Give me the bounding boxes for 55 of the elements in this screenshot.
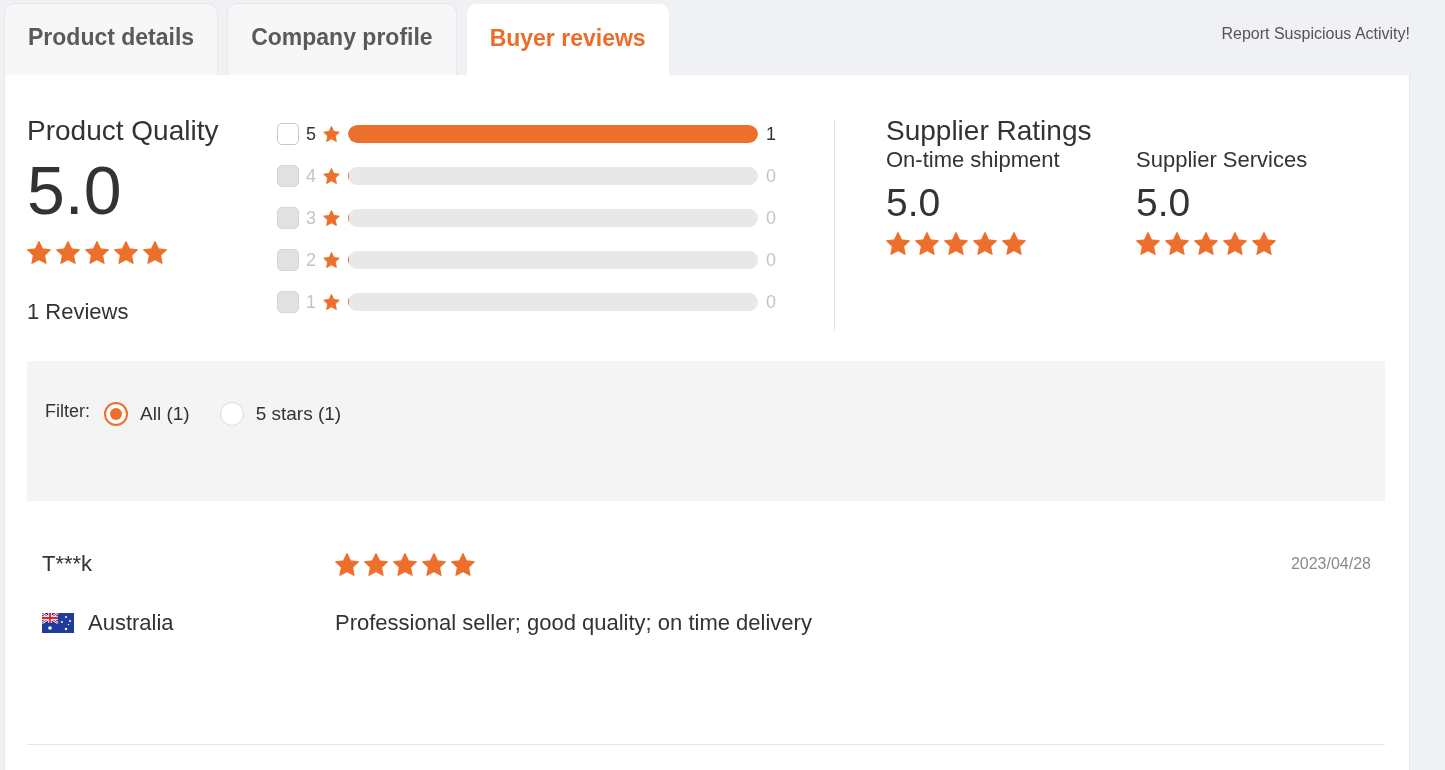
review-count: 1 Reviews (27, 299, 129, 325)
star-icon (1136, 232, 1160, 255)
star-icon (114, 241, 138, 264)
star-icon (27, 241, 51, 264)
star-icon (973, 232, 997, 255)
rating-count: 0 (766, 207, 776, 229)
rating-count: 0 (766, 291, 776, 313)
score: 5.0 (27, 154, 122, 226)
star-icon (323, 210, 340, 226)
section-title: Product Quality (27, 115, 219, 147)
report-link[interactable]: Report Suspicious Activity! (1221, 25, 1410, 43)
star-level-label: 4 (306, 165, 317, 187)
star-icon (364, 552, 388, 576)
star-icon (335, 552, 359, 576)
filter-radio[interactable]: All (1) (104, 402, 190, 426)
review-date: 2023/04/28 (1290, 555, 1371, 573)
checkbox[interactable] (277, 123, 299, 145)
score: 5.0 (886, 181, 941, 225)
star-icon (323, 126, 340, 142)
star-level-label: 2 (306, 249, 317, 271)
tab[interactable]: Company profile (227, 3, 457, 75)
star-icon (422, 552, 446, 576)
star-icon (323, 294, 340, 310)
star-icon (1002, 232, 1026, 255)
star-icon (1165, 232, 1189, 255)
star-icon (451, 552, 475, 576)
flag-icon (42, 613, 74, 633)
filter-label: Filter: (45, 400, 90, 423)
tab[interactable]: Product details (4, 3, 219, 75)
star-icon (1252, 232, 1276, 255)
star-level-label: 5 (306, 123, 317, 145)
review-comment: Professional seller; good quality; on time delivery (335, 610, 812, 636)
star-level-label: 3 (306, 207, 317, 229)
reviewer-country: Australia (88, 610, 174, 636)
star-icon (393, 552, 417, 576)
rating-count: 1 (766, 123, 776, 145)
star-icon (1223, 232, 1247, 255)
star-icon (143, 241, 167, 264)
star-level-label: 1 (306, 291, 317, 313)
filter-radio[interactable]: 5 stars (1) (219, 402, 342, 426)
star-icon (56, 241, 80, 264)
star-icon (1194, 232, 1218, 255)
star-icon (886, 232, 910, 255)
star-icon (944, 232, 968, 255)
star-icon (915, 232, 939, 255)
rating-count: 0 (766, 165, 776, 187)
rating-count: 0 (766, 249, 776, 271)
reviewer-name: T***k (42, 551, 93, 577)
star-icon (323, 252, 340, 268)
star-icon (323, 168, 340, 184)
metric-label: On-time shipment (886, 147, 1060, 173)
score: 5.0 (1136, 181, 1191, 225)
metric-label: Supplier Services (1136, 147, 1308, 173)
section-title: Supplier Ratings (886, 115, 1092, 147)
star-icon (85, 241, 109, 264)
